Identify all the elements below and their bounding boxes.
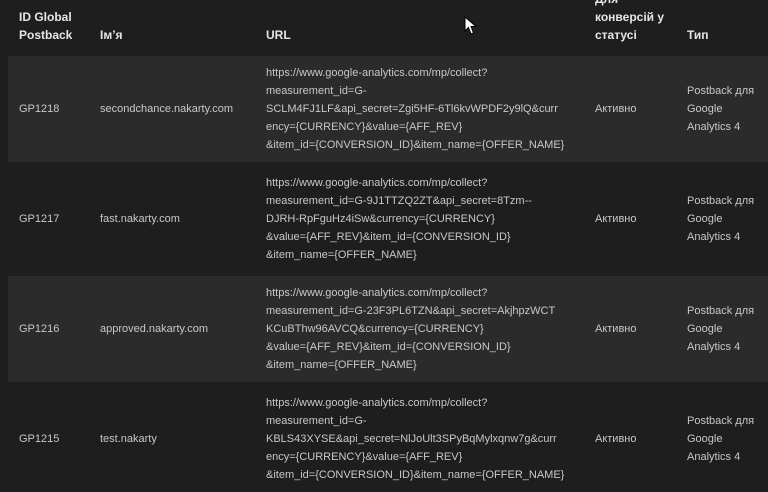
cell-status: Активно	[595, 323, 637, 335]
cell-id: GP1215	[19, 433, 60, 445]
cell-url: https://www.google-analytics.com/mp/coll…	[266, 67, 565, 151]
mouse-pointer-icon	[464, 16, 478, 35]
table-header: ID Global Postback Ім’я URL Для конверсі…	[0, 0, 768, 56]
cell-type: Postback для Google Analytics 4	[687, 305, 755, 353]
cell-url: https://www.google-analytics.com/mp/coll…	[266, 287, 556, 371]
table-row[interactable]: GP1215 test.nakarty https://www.google-a…	[8, 386, 768, 492]
cell-type: Postback для Google Analytics 4	[687, 415, 755, 463]
cell-status: Активно	[595, 103, 637, 115]
cell-status: Активно	[595, 433, 637, 445]
cell-url: https://www.google-analytics.com/mp/coll…	[266, 397, 565, 481]
header-id[interactable]: ID Global Postback	[19, 8, 72, 44]
table-row[interactable]: GP1218 secondchance.nakarty.com https://…	[8, 56, 768, 162]
header-status[interactable]: Для конверсій у статусі	[595, 0, 664, 44]
cell-status: Активно	[595, 213, 637, 225]
cell-id: GP1217	[19, 213, 60, 225]
header-name[interactable]: Ім’я	[100, 26, 123, 44]
header-url[interactable]: URL	[266, 26, 291, 44]
cell-url: https://www.google-analytics.com/mp/coll…	[266, 177, 532, 261]
cell-id: GP1218	[19, 103, 60, 115]
table-row[interactable]: GP1216 approved.nakarty.com https://www.…	[8, 276, 768, 382]
postbacks-table: ID Global Postback Ім’я URL Для конверсі…	[0, 0, 768, 492]
cell-type: Postback для Google Analytics 4	[687, 85, 755, 133]
header-type[interactable]: Тип	[687, 26, 709, 44]
table-row[interactable]: GP1217 fast.nakarty.com https://www.goog…	[8, 166, 768, 272]
cell-name: test.nakarty	[100, 433, 157, 445]
cell-type: Postback для Google Analytics 4	[687, 195, 755, 243]
cell-name: fast.nakarty.com	[100, 213, 180, 225]
cell-id: GP1216	[19, 323, 60, 335]
cell-name: approved.nakarty.com	[100, 323, 209, 335]
cell-name: secondchance.nakarty.com	[100, 103, 234, 115]
